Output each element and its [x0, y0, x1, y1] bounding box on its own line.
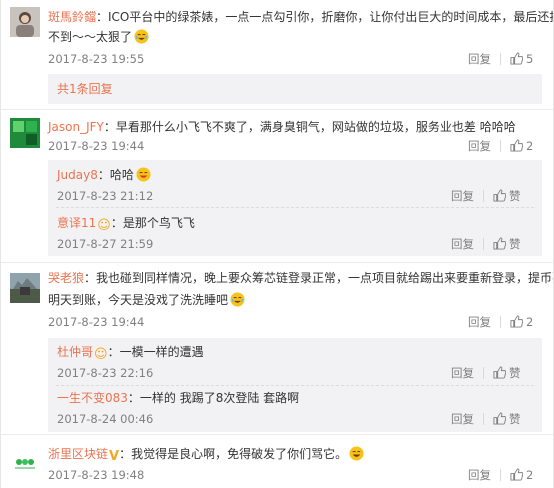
reply-button[interactable]: 回复	[468, 51, 491, 67]
like-button[interactable]: 5	[510, 51, 533, 67]
timestamp: 2017-8-24 00:46	[57, 412, 154, 426]
reply-username[interactable]: Juday8	[57, 168, 98, 182]
timestamp: 2017-8-27 21:59	[57, 237, 154, 251]
grin-emoji	[349, 446, 364, 461]
like-button[interactable]: 2	[510, 467, 533, 483]
reply-item: 意译11☺：是那个鸟飞飞 2017-8-27 21:59 回复 赞	[48, 208, 542, 256]
reply-item: Juday8：哈哈	[57, 166, 151, 184]
reply-username[interactable]: 一生不变083	[57, 391, 128, 405]
reply-button[interactable]: 回复	[451, 236, 474, 252]
reply-text: ：一模一样的遭遇	[107, 345, 204, 359]
comment-text: ：ICO平台中的绿茶婊，一点一点勾引你，折磨你，让你付出巨大的时间成本，最后还抢	[96, 10, 554, 24]
comment-text: ：早看那什么小飞飞不爽了，满身臭铜气，网站做的垃圾，服务业也差 哈哈哈	[103, 120, 516, 134]
username[interactable]: 哭老狼	[48, 271, 84, 285]
timestamp: 2017-8-23 21:12	[57, 189, 154, 203]
reply-button[interactable]: 回复	[468, 467, 491, 483]
reply-text: ：一样的 我踢了8次登陆 套路啊	[127, 391, 300, 405]
like-button[interactable]: 赞	[493, 236, 521, 252]
comment-text: ：我也碰到同样情况，晚上要众筹芯链登录正常，一点项目就给踢出来要重新登录，提币要	[84, 271, 554, 285]
replies-box: 共1条回复	[48, 74, 542, 104]
grin-emoji	[136, 167, 151, 182]
timestamp: 2017-8-23 19:44	[48, 139, 145, 153]
replies-box: 杜仲哥☺：一模一样的遭遇 2017-8-23 22:16 回复 赞 一生不变08…	[48, 338, 542, 432]
reply-divider	[56, 385, 534, 386]
like-count: 2	[526, 315, 534, 329]
avatar[interactable]	[10, 448, 40, 478]
reply-text: ：是那个鸟飞飞	[110, 216, 195, 230]
avatar[interactable]	[10, 7, 40, 37]
divider	[483, 413, 484, 425]
like-button[interactable]: 赞	[493, 188, 521, 204]
divider	[500, 140, 501, 152]
reply-button[interactable]: 回复	[451, 411, 474, 427]
like-button[interactable]: 赞	[493, 411, 521, 427]
comment-item: Jason_JFY：早看那什么小飞飞不爽了，满身臭铜气，网站做的垃圾，服务业也差…	[1, 110, 553, 258]
timestamp: 2017-8-23 22:16	[57, 366, 154, 380]
thumbs-up-icon	[493, 189, 506, 202]
divider	[500, 53, 501, 65]
thumbs-up-icon	[493, 412, 506, 425]
comment-text-cont: 不到～～太狠了	[48, 30, 133, 44]
like-button[interactable]: 2	[510, 138, 533, 154]
like-count: 2	[526, 139, 534, 153]
like-button[interactable]: 赞	[493, 365, 521, 381]
divider	[483, 238, 484, 250]
avatar[interactable]	[10, 273, 40, 303]
thumbs-up-icon	[510, 52, 523, 65]
reply-username[interactable]: 意译11	[57, 216, 96, 230]
thumbs-up-icon	[493, 366, 506, 379]
reply-button[interactable]: 回复	[451, 188, 474, 204]
like-count: 5	[526, 52, 534, 66]
vip-badge: ☺	[94, 347, 108, 362]
crying-laugh-emoji	[134, 29, 149, 44]
thumbs-up-icon	[510, 468, 523, 481]
divider	[483, 367, 484, 379]
vip-badge: V	[109, 449, 120, 464]
comment-text-cont: 明天到账，今天是没戏了洗洗睡吧	[48, 293, 229, 307]
reply-button[interactable]: 回复	[468, 314, 491, 330]
like-count: 2	[526, 468, 534, 482]
divider	[500, 469, 501, 481]
thumbs-up-icon	[493, 237, 506, 250]
comment-item: 斑馬鈴鐺：ICO平台中的绿茶婊，一点一点勾引你，折磨你，让你付出巨大的时间成本，…	[1, 0, 553, 108]
thumbs-up-icon	[510, 139, 523, 152]
avatar[interactable]	[10, 118, 40, 148]
vip-badge: ☺	[97, 218, 111, 233]
reply-item: 一生不变083：一样的 我踢了8次登陆 套路啊	[57, 389, 299, 407]
like-button[interactable]: 2	[510, 314, 533, 330]
timestamp: 2017-8-23 19:55	[48, 52, 145, 66]
thumbs-up-icon	[510, 315, 523, 328]
comment-text: ：我觉得是良心啊，免得破发了你们骂它。	[119, 447, 348, 461]
reply-item: 杜仲哥☺：一模一样的遭遇	[57, 343, 204, 362]
username[interactable]: Jason_JFY	[48, 120, 104, 134]
comment-item: 浙里区块链V：我觉得是良心啊，免得破发了你们骂它。 2017-8-23 19:4…	[1, 435, 553, 488]
crying-laugh-emoji	[230, 292, 245, 307]
comment-item: 哭老狼：我也碰到同样情况，晚上要众筹芯链登录正常，一点项目就给踢出来要重新登录，…	[1, 263, 553, 433]
timestamp: 2017-8-23 19:48	[48, 468, 145, 482]
view-replies-link[interactable]: 共1条回复	[57, 81, 113, 97]
timestamp: 2017-8-23 19:44	[48, 315, 145, 329]
reply-username[interactable]: 杜仲哥	[57, 345, 93, 359]
divider	[483, 190, 484, 202]
username[interactable]: 斑馬鈴鐺	[48, 10, 96, 24]
divider	[500, 316, 501, 328]
reply-button[interactable]: 回复	[468, 138, 491, 154]
comment-feed: 斑馬鈴鐺：ICO平台中的绿茶婊，一点一点勾引你，折磨你，让你付出巨大的时间成本，…	[0, 0, 554, 488]
username[interactable]: 浙里区块链	[48, 447, 108, 461]
reply-text: ：哈哈	[97, 168, 134, 182]
reply-button[interactable]: 回复	[451, 365, 474, 381]
